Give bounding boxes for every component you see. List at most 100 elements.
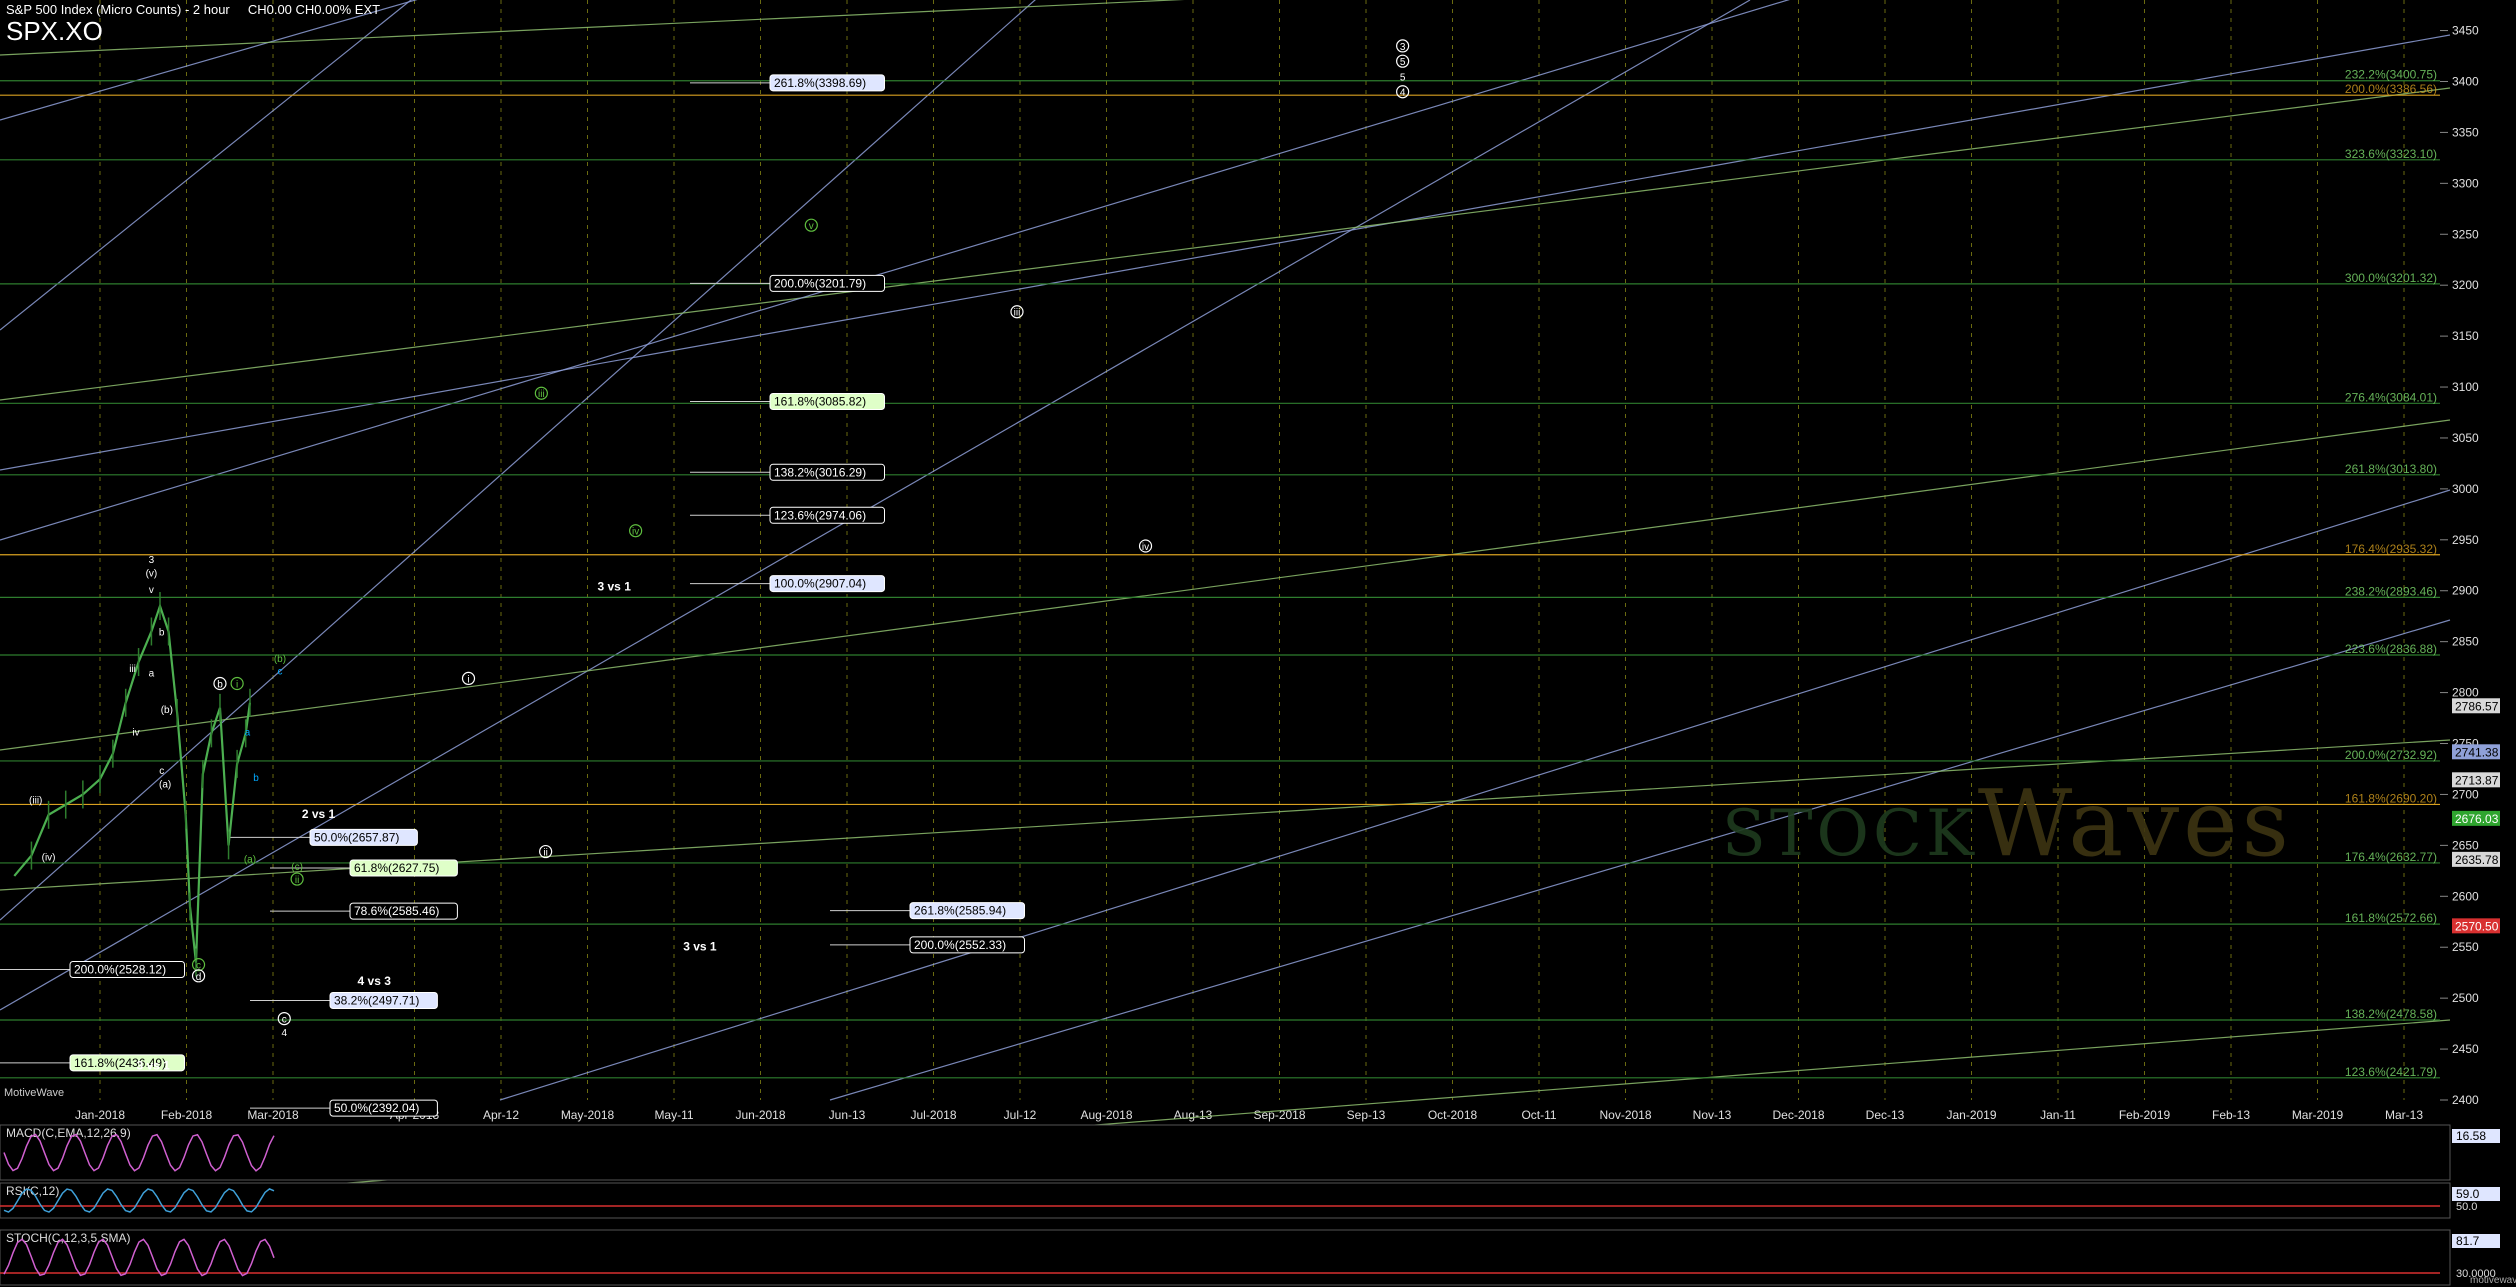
price-tag: 2741.38 [2455,745,2499,759]
y-tick-label: 3050 [2452,431,2479,445]
wave-label: iii [538,389,545,400]
motivewave-brand: MotiveWave [4,1087,65,1099]
level-label: 138.2%(2478.58) [2345,1007,2437,1021]
wave-label: ii [543,848,547,859]
wave-label: (iv) [42,853,56,864]
x-tick-label: Jun-2018 [735,1108,785,1122]
wave-label: d [196,972,202,983]
wave-label: (c) [291,862,303,873]
indicator-value: 16.58 [2456,1129,2486,1143]
channel-line [0,0,1751,1011]
level-label: 200.0%(3386.56) [2345,82,2437,96]
chart-header: S&P 500 Index (Micro Counts) - 2 hour CH… [6,2,380,17]
y-tick-label: 2800 [2452,686,2479,700]
level-label: 261.8%(3013.80) [2345,462,2437,476]
y-tick-label: 2700 [2452,787,2479,801]
price-series [13,602,252,963]
wave-label: 5 [1400,57,1406,68]
x-tick-label: Feb-13 [2212,1108,2250,1122]
level-label: 161.8%(2690.20) [2345,791,2437,805]
y-tick-label: 3000 [2452,482,2479,496]
level-label: 176.4%(2632.77) [2345,850,2437,864]
wave-label: (v) [146,568,158,579]
fib-label: 78.6%(2585.46) [354,904,439,918]
y-tick-label: 2600 [2452,889,2479,903]
wave-label: (iii) [29,796,42,807]
x-tick-label: Jan-2019 [1946,1108,1996,1122]
fib-label: 38.2%(2497.71) [334,993,419,1007]
fib-label: 61.8%(2627.75) [354,861,439,875]
wave-label: 5 [1400,72,1406,83]
y-tick-label: 3300 [2452,176,2479,190]
x-tick-label: Aug-2018 [1080,1108,1132,1122]
channel-line [0,0,1036,921]
channel-line [0,87,2451,401]
x-tick-label: Apr-12 [483,1108,519,1122]
indicator-panel [0,1182,2451,1219]
wave-label: iv [1142,542,1149,553]
y-tick-label: 2900 [2452,584,2479,598]
watermark-prefix: STOCK [1722,797,1978,871]
chart-title: S&P 500 Index (Micro Counts) - 2 hour [6,2,230,17]
footer-brand: motivewave [2470,1275,2516,1286]
x-tick-label: Feb-2018 [161,1108,213,1122]
indicator-panel [0,1124,2451,1181]
fib-label: 261.8%(2585.94) [914,904,1006,918]
watermark-suffix: Waves [1977,770,2293,877]
wave-label: 3 [1400,42,1406,53]
wave-label: 3 [149,555,155,566]
x-tick-label: Feb-2019 [2119,1108,2171,1122]
fib-label: 50.0%(2657.87) [314,830,399,844]
wave-label: a [149,668,155,679]
fib-label: 100.0%(2907.04) [774,577,866,591]
price-tag: 2786.57 [2455,699,2499,713]
x-tick-label: Mar-13 [2385,1108,2423,1122]
level-label: 323.6%(3323.10) [2345,147,2437,161]
price-chart[interactable]: Jan-2018Feb-2018Mar-2018Apr-2018Apr-12Ma… [0,0,2516,1287]
fib-label: 123.6%(2974.06) [774,508,866,522]
level-label: 276.4%(3084.01) [2345,390,2437,404]
wave-annotation: 3 vs 1 [598,580,632,594]
x-tick-label: Mar-2018 [247,1108,299,1122]
price-tag: 2635.78 [2455,853,2499,867]
level-label: 300.0%(3201.32) [2345,271,2437,285]
fib-label: 200.0%(3201.79) [774,276,866,290]
x-tick-label: Dec-2018 [1772,1108,1824,1122]
x-tick-label: Jun-13 [829,1108,866,1122]
x-tick-label: Nov-13 [1693,1108,1732,1122]
y-tick-label: 3100 [2452,380,2479,394]
wave-label: b [217,680,223,691]
y-tick-label: 3350 [2452,125,2479,139]
wave-label: iii [129,664,136,675]
stockwaves-watermark: STOCKWaves [1722,770,2293,877]
wave-label: ii [295,875,299,886]
wave-label: (b) [161,705,173,716]
quote-readout: CH0.00 CH0.00% EXT [247,2,381,17]
x-tick-label: Jan-2018 [75,1108,125,1122]
wave-label: iv [132,727,139,738]
level-label: 200.0%(2732.92) [2345,748,2437,762]
x-tick-label: Sep-2018 [1253,1108,1305,1122]
wave-annotation: 4 vs 3 [358,974,392,988]
wave-label: v [149,585,154,596]
x-tick-label: Oct-11 [1521,1108,1556,1122]
fib-label: 138.2%(3016.29) [774,465,866,479]
x-tick-label: Nov-2018 [1599,1108,1651,1122]
indicator-value: 59.0 [2456,1187,2480,1201]
level-label: 161.8%(2572.66) [2345,911,2437,925]
y-tick-label: 2450 [2452,1042,2479,1056]
level-label: 176.4%(2935.32) [2345,542,2437,556]
level-label: 223.6%(2836.88) [2345,642,2437,656]
wave-annotation: 3 vs 1 [683,939,717,953]
y-tick-label: 2500 [2452,991,2479,1005]
price-tag: 2713.87 [2455,773,2499,787]
channel-line [0,419,2451,751]
wave-label: 4 [281,1028,287,1039]
wave-label: (a) [244,855,256,866]
fib-label: 50.0%(2392.04) [334,1101,419,1115]
channel-line [0,0,412,331]
level-label: 238.2%(2893.46) [2345,584,2437,598]
x-tick-label: Aug-13 [1174,1108,1213,1122]
x-tick-label: Sep-13 [1347,1108,1386,1122]
wave-label: (b) [274,654,286,665]
